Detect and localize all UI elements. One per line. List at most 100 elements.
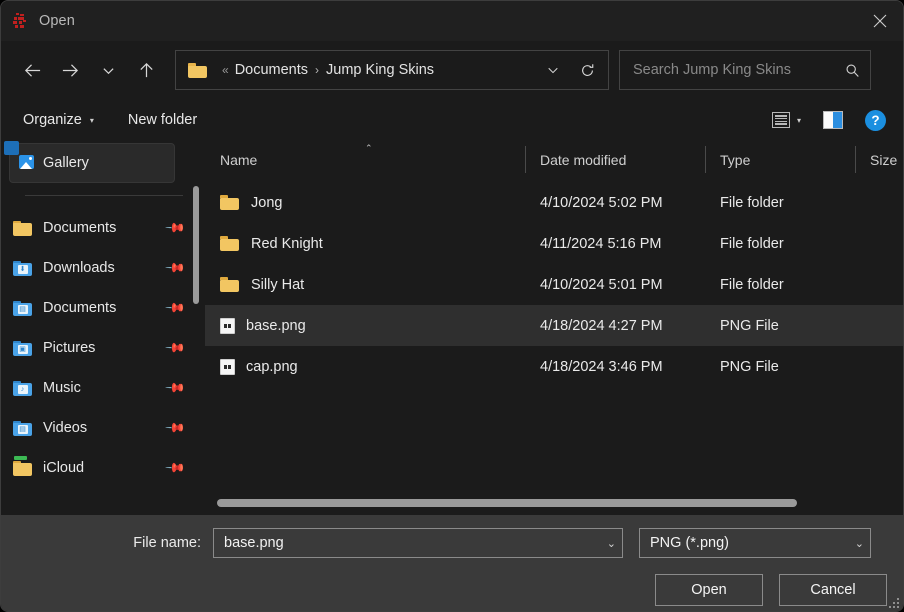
file-type-filter-dropdown[interactable]: PNG (*.png) ⌄ xyxy=(639,528,871,558)
refresh-icon[interactable] xyxy=(570,52,604,88)
pin-icon[interactable]: 📌 xyxy=(164,297,186,320)
file-name: Jong xyxy=(251,194,283,211)
breadcrumb-jump-king-skins[interactable]: Jump King Skins xyxy=(326,62,434,78)
folder-yellow-icon xyxy=(220,194,240,211)
sidebar-item-label: Gallery xyxy=(43,155,89,171)
file-name-label: File name: xyxy=(133,535,201,551)
file-type: File folder xyxy=(720,276,784,293)
chevron-down-icon[interactable]: ⌄ xyxy=(849,537,864,550)
file-name: cap.png xyxy=(246,358,298,375)
sidebar-item-label: iCloud xyxy=(43,460,85,476)
command-bar: Organize ▾ New folder ▾ ? xyxy=(1,99,903,141)
pin-icon[interactable]: 📌 xyxy=(164,417,186,440)
sidebar-item-pictures[interactable]: ▣ Pictures 📌 xyxy=(1,328,205,368)
sidebar-item-gallery[interactable]: Gallery xyxy=(4,141,175,183)
cancel-button[interactable]: Cancel xyxy=(779,574,887,606)
file-date: 4/11/2024 5:16 PM xyxy=(540,235,662,252)
file-type: PNG File xyxy=(720,358,779,375)
address-bar[interactable]: « Documents › Jump King Skins xyxy=(175,50,609,90)
chevron-down-icon[interactable]: ⌄ xyxy=(601,537,616,550)
sidebar-item-documents-onedrive[interactable]: ▤ Documents 📌 xyxy=(1,288,205,328)
file-type: File folder xyxy=(720,194,784,211)
sidebar-item-music[interactable]: ♪ Music 📌 xyxy=(1,368,205,408)
folder-yellow-icon xyxy=(13,220,33,237)
chevron-down-icon: ▾ xyxy=(89,115,94,125)
folder-icon xyxy=(188,62,207,78)
column-header-size[interactable]: Size xyxy=(855,141,903,178)
sidebar-item-icloud[interactable]: iCloud 📌 xyxy=(1,448,205,488)
up-button[interactable] xyxy=(127,51,165,89)
pin-icon[interactable]: 📌 xyxy=(164,217,186,240)
file-name-row: File name: base.png ⌄ PNG (*.png) ⌄ xyxy=(1,528,887,558)
close-button[interactable] xyxy=(857,1,903,41)
sidebar-item-label: Videos xyxy=(43,420,88,436)
gallery-icon xyxy=(4,141,39,172)
help-button[interactable]: ? xyxy=(860,105,891,135)
preview-pane-icon[interactable] xyxy=(818,105,848,135)
column-header-name[interactable]: ⌃ Name xyxy=(205,141,525,178)
view-list-icon[interactable] xyxy=(767,105,795,135)
sidebar-item-label: Pictures xyxy=(43,340,96,356)
view-options-chevron-down-icon[interactable]: ▾ xyxy=(795,105,806,135)
filter-value: PNG (*.png) xyxy=(650,535,729,551)
png-file-icon xyxy=(220,358,235,375)
forward-button[interactable] xyxy=(51,51,89,89)
file-date: 4/18/2024 4:27 PM xyxy=(540,317,663,334)
folder-documents-icon: ▤ xyxy=(13,300,33,317)
title-bar: Open xyxy=(1,1,903,41)
file-name-value: base.png xyxy=(224,535,284,551)
sidebar-item-documents[interactable]: Documents 📌 xyxy=(1,208,205,248)
file-name: Silly Hat xyxy=(251,276,305,293)
png-file-icon xyxy=(220,317,235,334)
sidebar-divider xyxy=(25,195,183,196)
table-row[interactable]: Red Knight 4/11/2024 5:16 PM File folder xyxy=(205,223,903,264)
column-header-type[interactable]: Type xyxy=(705,141,855,178)
file-name-input[interactable]: base.png ⌄ xyxy=(213,528,623,558)
folder-yellow-icon xyxy=(220,235,240,252)
file-date: 4/10/2024 5:02 PM xyxy=(540,194,663,211)
file-name: base.png xyxy=(246,317,306,334)
file-list: ⌃ Name Date modified Type Size Jong 4/10… xyxy=(205,141,903,515)
help-icon: ? xyxy=(865,109,886,131)
folder-videos-icon: ▤ xyxy=(13,420,33,437)
table-row[interactable]: cap.png 4/18/2024 3:46 PM PNG File xyxy=(205,346,903,387)
folder-downloads-icon: ⬇ xyxy=(13,260,33,277)
sidebar-item-label: Documents xyxy=(43,300,117,316)
organize-button[interactable]: Organize ▾ xyxy=(13,105,104,135)
pin-icon[interactable]: 📌 xyxy=(164,377,186,400)
pin-icon[interactable]: 📌 xyxy=(164,257,186,280)
navigation-sidebar: Gallery Documents 📌 ⬇ Downloads 📌 ▤ Docu… xyxy=(1,141,205,515)
horizontal-scrollbar-thumb[interactable] xyxy=(217,499,797,507)
open-button[interactable]: Open xyxy=(655,574,763,606)
sidebar-item-label: Music xyxy=(43,380,81,396)
folder-yellow-icon xyxy=(220,276,240,293)
dialog-body: Gallery Documents 📌 ⬇ Downloads 📌 ▤ Docu… xyxy=(1,141,903,515)
jumpking-app-icon xyxy=(11,12,29,30)
search-input[interactable] xyxy=(633,62,845,78)
table-row-selected[interactable]: base.png 4/18/2024 4:27 PM PNG File xyxy=(205,305,903,346)
horizontal-scrollbar[interactable] xyxy=(217,499,891,507)
breadcrumb-overflow[interactable]: « xyxy=(216,63,235,77)
folder-icloud-icon xyxy=(13,455,33,477)
pin-icon[interactable]: 📌 xyxy=(164,337,186,360)
file-type: File folder xyxy=(720,235,784,252)
new-folder-button[interactable]: New folder xyxy=(118,105,207,135)
sidebar-item-downloads[interactable]: ⬇ Downloads 📌 xyxy=(1,248,205,288)
file-date: 4/18/2024 3:46 PM xyxy=(540,358,663,375)
table-row[interactable]: Jong 4/10/2024 5:02 PM File folder xyxy=(205,182,903,223)
breadcrumb-documents[interactable]: Documents xyxy=(235,62,308,78)
sidebar-scrollbar[interactable] xyxy=(193,186,199,304)
sidebar-item-videos[interactable]: ▤ Videos 📌 xyxy=(1,408,205,448)
back-button[interactable] xyxy=(13,51,51,89)
recent-locations-button[interactable] xyxy=(89,51,127,89)
column-header-date-modified[interactable]: Date modified xyxy=(525,141,705,178)
column-headers: ⌃ Name Date modified Type Size xyxy=(205,141,903,178)
table-row[interactable]: Silly Hat 4/10/2024 5:01 PM File folder xyxy=(205,264,903,305)
resize-grip[interactable] xyxy=(886,595,899,608)
column-label: Size xyxy=(870,151,898,168)
chevron-down-icon[interactable] xyxy=(536,52,570,88)
search-box[interactable] xyxy=(619,50,871,90)
search-icon xyxy=(845,63,860,78)
pin-icon[interactable]: 📌 xyxy=(164,457,186,480)
file-date: 4/10/2024 5:01 PM xyxy=(540,276,663,293)
